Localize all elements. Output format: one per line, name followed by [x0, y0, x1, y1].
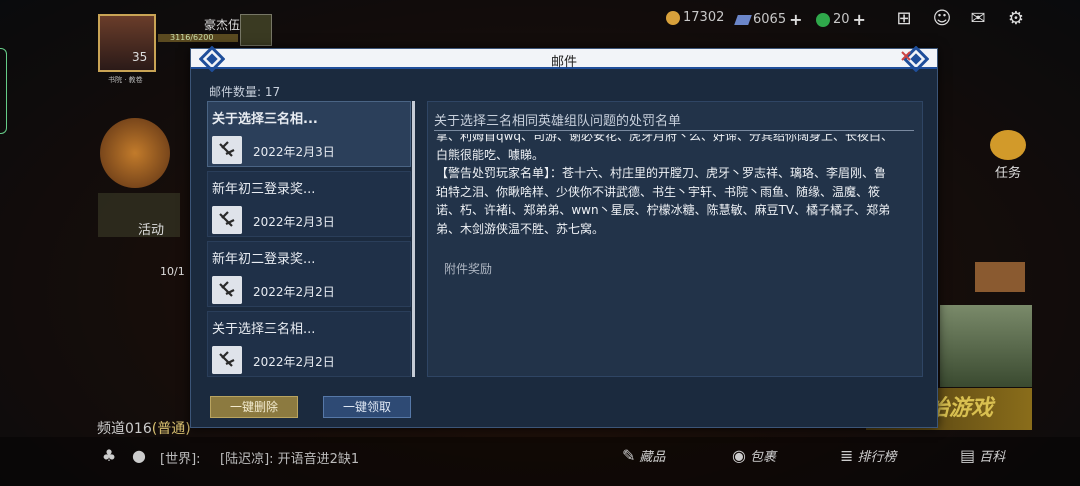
nav-collection[interactable]: ✎ 藏品	[622, 446, 665, 465]
mail-item-title: 关于选择三名相...	[212, 112, 318, 127]
player-level: 35	[132, 50, 148, 64]
mail-dialog: 邮件 邮件数量: 17 关于选择三名相... 2022年2月3日 新年初三登录奖…	[190, 46, 938, 428]
world-chat-message[interactable]: [陆迟凉]: 开语音进2缺1	[220, 448, 359, 467]
avatar[interactable]	[98, 14, 156, 72]
activity-label: 活动	[138, 223, 165, 238]
nav-ranking-label: 排行榜	[857, 450, 897, 465]
task-label: 任务	[995, 166, 1022, 181]
gem-icon	[734, 14, 752, 25]
mail-item-title: 关于选择三名相...	[212, 322, 316, 337]
world-channel-label: [世界]:	[160, 452, 201, 467]
nav-bag[interactable]: ◉ 包裹	[732, 446, 776, 465]
scroll-letter-icon	[212, 206, 242, 234]
mail-content-body: 拿、利姆首qwq、司游、谢必安花、虎牙月府丶么、好谛、分宾绍你阔身上、长夜白、 …	[436, 134, 894, 236]
ranking-icon: ≣	[840, 446, 854, 465]
mail-count: 邮件数量: 17	[209, 85, 281, 99]
exp-bar: 3116/6200	[158, 34, 238, 42]
mail-icon[interactable]: ✉	[968, 9, 988, 29]
coin-value: 17302	[683, 10, 725, 25]
coin-icon	[666, 10, 680, 25]
pet-icon[interactable]	[240, 14, 272, 46]
mail-content-panel: 关于选择三名相同英雄组队问题的处罚名单 拿、利姆首qwq、司游、谢必安花、虎牙月…	[427, 101, 923, 377]
mail-list[interactable]: 关于选择三名相... 2022年2月3日 新年初三登录奖... 2022年2月3…	[207, 101, 413, 377]
mail-content-scroll[interactable]: 拿、利姆首qwq、司游、谢必安花、虎牙月府丶么、好谛、分宾绍你阔身上、长夜白、 …	[436, 134, 916, 254]
bag-icon: ◉	[732, 446, 746, 465]
delete-all-button[interactable]: 一键删除	[210, 396, 298, 418]
close-icon[interactable]	[899, 49, 913, 63]
mail-list-item[interactable]: 关于选择三名相... 2022年2月2日	[207, 311, 411, 377]
mail-item-date: 2022年2月2日	[253, 355, 335, 369]
add-gem-button[interactable]: +	[789, 10, 802, 29]
mail-item-title: 新年初二登录奖...	[212, 252, 316, 267]
divider	[434, 130, 914, 131]
jade-value: 20	[833, 12, 850, 27]
scroll-letter-icon	[212, 346, 242, 374]
nav-ranking[interactable]: ≣ 排行榜	[840, 446, 896, 465]
nav-encyclopedia[interactable]: ▤ 百科	[960, 446, 1005, 465]
settings-gear-icon[interactable]: ⚙	[1006, 9, 1026, 29]
nav-encyclopedia-label: 百科	[979, 450, 1006, 465]
claim-all-button[interactable]: 一键领取	[323, 396, 411, 418]
mail-item-title: 新年初三登录奖...	[212, 182, 316, 197]
coin-counter: 17302	[666, 10, 724, 25]
mail-list-scrollbar[interactable]	[412, 101, 415, 377]
mail-content-title: 关于选择三名相同英雄组队问题的处罚名单	[434, 114, 682, 129]
grid-menu-icon[interactable]: ⊞	[894, 9, 914, 29]
lotus-emblem-icon[interactable]	[100, 118, 170, 188]
mail-list-item[interactable]: 关于选择三名相... 2022年2月3日	[207, 101, 411, 167]
voice-icon[interactable]: ♣	[98, 446, 120, 466]
level-progress: 10/1	[160, 265, 185, 278]
task-icon[interactable]	[990, 130, 1026, 160]
nav-bag-label: 包裹	[749, 450, 776, 465]
mail-item-date: 2022年2月2日	[253, 285, 335, 299]
side-drawer-handle[interactable]	[0, 48, 7, 134]
chat-bubble-icon[interactable]: ●	[128, 446, 150, 466]
mail-dialog-title: 邮件	[550, 55, 577, 70]
player-name: 豪杰伍	[204, 18, 241, 32]
player-title: 书院 · 教卷	[108, 76, 143, 84]
collection-icon: ✎	[622, 446, 636, 465]
channel-mode: (普通)	[151, 421, 191, 437]
mail-list-item[interactable]: 新年初三登录奖... 2022年2月3日	[207, 171, 411, 237]
channel-number: 频道016	[97, 421, 152, 437]
attachment-label: 附件奖励	[444, 262, 493, 276]
treasure-chest-icon[interactable]	[975, 262, 1025, 292]
add-jade-button[interactable]: +	[853, 10, 866, 29]
map-preview[interactable]	[940, 305, 1032, 387]
mail-item-date: 2022年2月3日	[253, 145, 335, 159]
jade-counter: 20 +	[816, 10, 866, 29]
mail-item-date: 2022年2月3日	[253, 215, 335, 229]
channel-info: 频道016(普通)	[97, 418, 191, 438]
encyclopedia-icon: ▤	[960, 446, 976, 465]
scroll-letter-icon	[212, 276, 242, 304]
scroll-letter-icon	[212, 136, 242, 164]
mail-list-item[interactable]: 新年初二登录奖... 2022年2月2日	[207, 241, 411, 307]
jade-icon	[816, 12, 830, 27]
friends-icon[interactable]: ☺	[932, 9, 952, 29]
gem-value: 6065	[753, 12, 787, 27]
nav-collection-label: 藏品	[639, 450, 666, 465]
mail-dialog-header: 邮件	[191, 46, 937, 72]
gem-counter: 6065 +	[734, 10, 803, 29]
